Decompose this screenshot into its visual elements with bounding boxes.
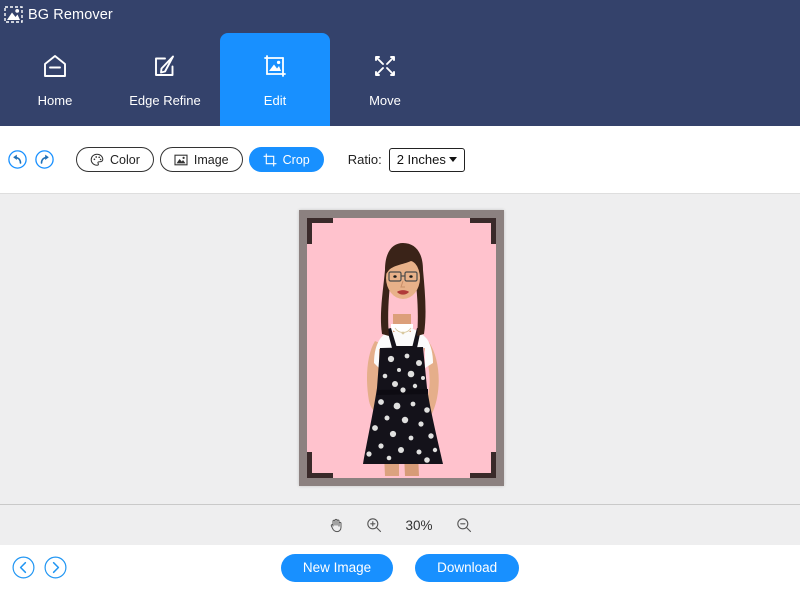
download-button[interactable]: Download bbox=[415, 554, 520, 582]
nav-item-edit[interactable]: Edit bbox=[220, 33, 330, 126]
home-icon bbox=[40, 51, 70, 81]
brand: BG Remover bbox=[4, 6, 113, 23]
photo-frame[interactable] bbox=[299, 210, 504, 486]
crop-button[interactable]: Crop bbox=[248, 147, 324, 172]
pen-square-icon bbox=[150, 51, 180, 81]
ratio-label: Ratio: bbox=[347, 152, 382, 167]
nav-label-edit: Edit bbox=[263, 93, 287, 108]
nav-item-home[interactable]: Home bbox=[0, 33, 110, 126]
new-image-button[interactable]: New Image bbox=[280, 554, 394, 582]
palette-icon bbox=[90, 153, 104, 167]
expand-arrows-icon bbox=[370, 51, 400, 81]
image-photo-icon bbox=[4, 6, 23, 23]
zoom-toolbar: 30% bbox=[0, 505, 800, 545]
nav-label-move: Move bbox=[369, 93, 401, 108]
hand-icon[interactable] bbox=[328, 517, 344, 533]
chevron-down-icon bbox=[448, 157, 457, 162]
crop-button-label: Crop bbox=[282, 152, 310, 167]
zoom-level: 30% bbox=[405, 517, 433, 533]
nav-label-edge-refine: Edge Refine bbox=[129, 93, 201, 108]
edit-toolbar: Color Image Crop Ratio: 2 Inches bbox=[0, 126, 800, 194]
zoom-in-icon[interactable] bbox=[366, 517, 382, 533]
nav-label-home: Home bbox=[37, 93, 73, 108]
subject-photo bbox=[307, 218, 496, 478]
image-button[interactable]: Image bbox=[159, 147, 243, 172]
ratio-value: 2 Inches bbox=[396, 152, 446, 167]
crop-frame-icon bbox=[263, 152, 277, 167]
image-crop-icon bbox=[260, 51, 290, 81]
photo-crop-area[interactable] bbox=[307, 218, 496, 478]
bg-remover-app: BG Remover Home Edge Refine Edit Move Co… bbox=[0, 0, 800, 591]
undo-icon[interactable] bbox=[8, 150, 27, 169]
image-canvas[interactable] bbox=[0, 194, 800, 505]
ratio-select[interactable]: 2 Inches bbox=[388, 147, 465, 172]
nav-item-edge-refine[interactable]: Edge Refine bbox=[110, 33, 220, 126]
app-title: BG Remover bbox=[28, 6, 113, 23]
picture-icon bbox=[174, 153, 188, 167]
nav-item-move[interactable]: Move bbox=[330, 33, 440, 126]
color-button[interactable]: Color bbox=[76, 147, 154, 172]
ratio-control: Ratio: 2 Inches bbox=[347, 147, 465, 172]
app-footer: New Image Download bbox=[0, 545, 800, 591]
image-button-label: Image bbox=[193, 152, 229, 167]
app-header: BG Remover Home Edge Refine Edit Move bbox=[0, 0, 800, 126]
redo-icon[interactable] bbox=[35, 150, 54, 169]
color-button-label: Color bbox=[110, 152, 140, 167]
footer-actions: New Image Download bbox=[0, 554, 800, 582]
main-nav: Home Edge Refine Edit Move bbox=[0, 33, 440, 126]
zoom-out-icon[interactable] bbox=[456, 517, 472, 533]
